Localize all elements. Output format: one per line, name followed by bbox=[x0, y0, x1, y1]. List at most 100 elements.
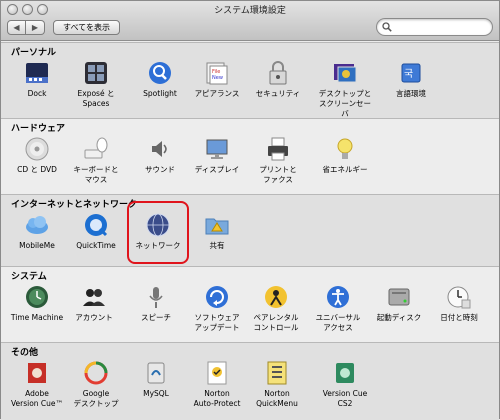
search-input[interactable] bbox=[394, 21, 486, 33]
pref-pane-google-desktop[interactable]: Google デスクトップ bbox=[68, 360, 124, 409]
pref-pane-norton-quickmenu[interactable]: Norton QuickMenu bbox=[249, 360, 305, 409]
pref-pane-date-time[interactable]: 日付と時刻 bbox=[431, 284, 487, 323]
pref-pane-parental-controls[interactable]: ペアレンタル コントロール bbox=[248, 284, 304, 333]
svg-text:국: 국 bbox=[404, 68, 413, 80]
pref-pane-label: アピアランス bbox=[194, 89, 240, 98]
section-4: その他 Adobe Version Cue™ Google デスクトップ MySQL N… bbox=[1, 342, 499, 420]
window-title: システム環境設定 bbox=[214, 6, 286, 16]
pref-pane-label: ソフトウェア アップデート bbox=[194, 313, 240, 332]
pref-pane-dock[interactable]: Dock bbox=[9, 60, 65, 99]
pref-pane-label: Adobe Version Cue™ bbox=[10, 389, 64, 408]
section-header: その他 bbox=[11, 348, 39, 358]
pref-pane-spotlight[interactable]: Spotlight bbox=[132, 60, 188, 99]
display-icon bbox=[206, 139, 228, 159]
time-machine-icon bbox=[26, 286, 48, 308]
pref-pane-sharing[interactable]: 共有 bbox=[189, 212, 245, 251]
spotlight-icon bbox=[149, 62, 171, 84]
pref-pane-accounts[interactable]: アカウント bbox=[66, 284, 122, 323]
network-highlight-box bbox=[127, 201, 189, 264]
section-divider bbox=[1, 194, 499, 195]
section-divider bbox=[1, 118, 499, 119]
pref-pane-label: サウンド bbox=[145, 165, 175, 174]
pref-pane-label: デスクトップと スクリーンセーバ bbox=[318, 89, 372, 118]
pref-pane-label: MobileMe bbox=[19, 241, 55, 250]
desktop-icon bbox=[334, 64, 357, 83]
show-all-button[interactable]: すべてを表示 bbox=[53, 20, 120, 35]
pref-pane-norton-autoprotect[interactable]: Norton Auto-Protect bbox=[189, 360, 245, 409]
section-divider bbox=[1, 342, 499, 343]
pref-pane-software-update[interactable]: ソフトウェア アップデート bbox=[189, 284, 245, 333]
section-2: インターネットとネットワーク MobileMe QuickTime ネットワーク 共有 bbox=[1, 194, 499, 266]
pref-pane-keyboard-mouse[interactable]: キーボードと マウス bbox=[68, 136, 124, 185]
pref-pane-label: Spotlight bbox=[143, 89, 177, 98]
quicktime-icon bbox=[85, 214, 108, 237]
speech-icon bbox=[149, 287, 163, 308]
search-field[interactable] bbox=[376, 18, 493, 36]
energy-saver-icon bbox=[337, 138, 353, 159]
pref-pane-sound[interactable]: サウンド bbox=[132, 136, 188, 175]
universal-access-icon bbox=[327, 286, 349, 308]
pref-pane-label: Version Cue CS2 bbox=[322, 389, 368, 408]
pref-pane-label: MySQL bbox=[143, 389, 169, 398]
pref-pane-label: CD と DVD bbox=[17, 165, 57, 174]
pref-pane-label: 言語環境 bbox=[396, 89, 426, 98]
section-header: インターネットとネットワーク bbox=[11, 200, 138, 210]
pref-pane-label: QuickTime bbox=[76, 241, 116, 250]
mysql-icon bbox=[147, 362, 165, 384]
norton-autoprotect-icon bbox=[207, 361, 227, 385]
pref-pane-startup-disk[interactable]: 起動ディスク bbox=[371, 284, 427, 323]
pref-pane-label: Google デスクトップ bbox=[73, 389, 119, 408]
pref-pane-desktop[interactable]: デスクトップと スクリーンセーバ bbox=[317, 60, 373, 119]
sound-icon bbox=[152, 141, 167, 157]
section-header: ハードウェア bbox=[11, 124, 66, 134]
pref-pane-version-cue-cs2[interactable]: Version Cue CS2 bbox=[317, 360, 373, 409]
svg-text:New: New bbox=[212, 75, 223, 81]
google-desktop-icon bbox=[84, 361, 108, 385]
pref-pane-label: ペアレンタル コントロール bbox=[253, 313, 299, 332]
navigation-buttons: ◀ ▶ bbox=[7, 20, 45, 35]
pref-pane-label: Time Machine bbox=[10, 313, 64, 322]
pref-pane-language[interactable]: 국 言語環境 bbox=[383, 60, 439, 99]
sharing-icon bbox=[205, 218, 229, 235]
pref-pane-adobe-version-cue[interactable]: Adobe Version Cue™ bbox=[9, 360, 65, 409]
pref-pane-universal-access[interactable]: ユニバーサル アクセス bbox=[310, 284, 366, 333]
accounts-icon bbox=[83, 289, 105, 306]
pref-pane-expose[interactable]: Exposé と Spaces bbox=[68, 60, 124, 109]
pref-pane-quicktime[interactable]: QuickTime bbox=[68, 212, 124, 251]
parental-controls-icon bbox=[265, 286, 287, 308]
pref-pane-mobileme[interactable]: MobileMe bbox=[9, 212, 65, 251]
back-button[interactable]: ◀ bbox=[7, 20, 26, 35]
norton-quickmenu-icon bbox=[267, 361, 287, 385]
pref-pane-label: ディスプレイ bbox=[194, 165, 240, 174]
section-divider bbox=[1, 266, 499, 267]
forward-button[interactable]: ▶ bbox=[26, 20, 45, 35]
pref-pane-label: プリントと ファクス bbox=[259, 165, 297, 184]
search-icon bbox=[382, 22, 392, 32]
pref-pane-cd-dvd[interactable]: CD と DVD bbox=[9, 136, 65, 175]
section-header: パーソナル bbox=[11, 48, 57, 58]
pref-pane-label: アカウント bbox=[75, 313, 113, 322]
pref-pane-security[interactable]: セキュリティ bbox=[250, 60, 306, 99]
printer-icon bbox=[268, 137, 288, 161]
language-icon: 국 bbox=[401, 63, 421, 83]
pref-pane-label: Exposé と Spaces bbox=[77, 89, 115, 108]
pref-pane-display[interactable]: ディスプレイ bbox=[189, 136, 245, 175]
pref-pane-speech[interactable]: スピーチ bbox=[128, 284, 184, 323]
pref-pane-label: Dock bbox=[27, 89, 47, 98]
mobileme-icon bbox=[26, 216, 48, 234]
pref-pane-printer[interactable]: プリントと ファクス bbox=[250, 136, 306, 185]
pref-pane-label: 省エネルギー bbox=[322, 165, 368, 174]
pref-pane-time-machine[interactable]: Time Machine bbox=[9, 284, 65, 323]
expose-icon bbox=[85, 62, 107, 84]
section-1: ハードウェア CD と DVD キーボードと マウス サウンド ディスプレイ プリントと … bbox=[1, 118, 499, 194]
pref-pane-mysql[interactable]: MySQL bbox=[128, 360, 184, 399]
pref-pane-appearance[interactable]: File New アピアランス bbox=[189, 60, 245, 99]
section-header: システム bbox=[11, 272, 47, 282]
pref-pane-label: ユニバーサル アクセス bbox=[315, 313, 361, 332]
pref-pane-label: 日付と時刻 bbox=[440, 313, 478, 322]
pref-pane-energy-saver[interactable]: 省エネルギー bbox=[317, 136, 373, 175]
section-divider bbox=[1, 42, 499, 43]
security-icon bbox=[269, 61, 287, 85]
version-cue-cs2-icon bbox=[336, 363, 354, 383]
startup-disk-icon bbox=[388, 288, 410, 306]
